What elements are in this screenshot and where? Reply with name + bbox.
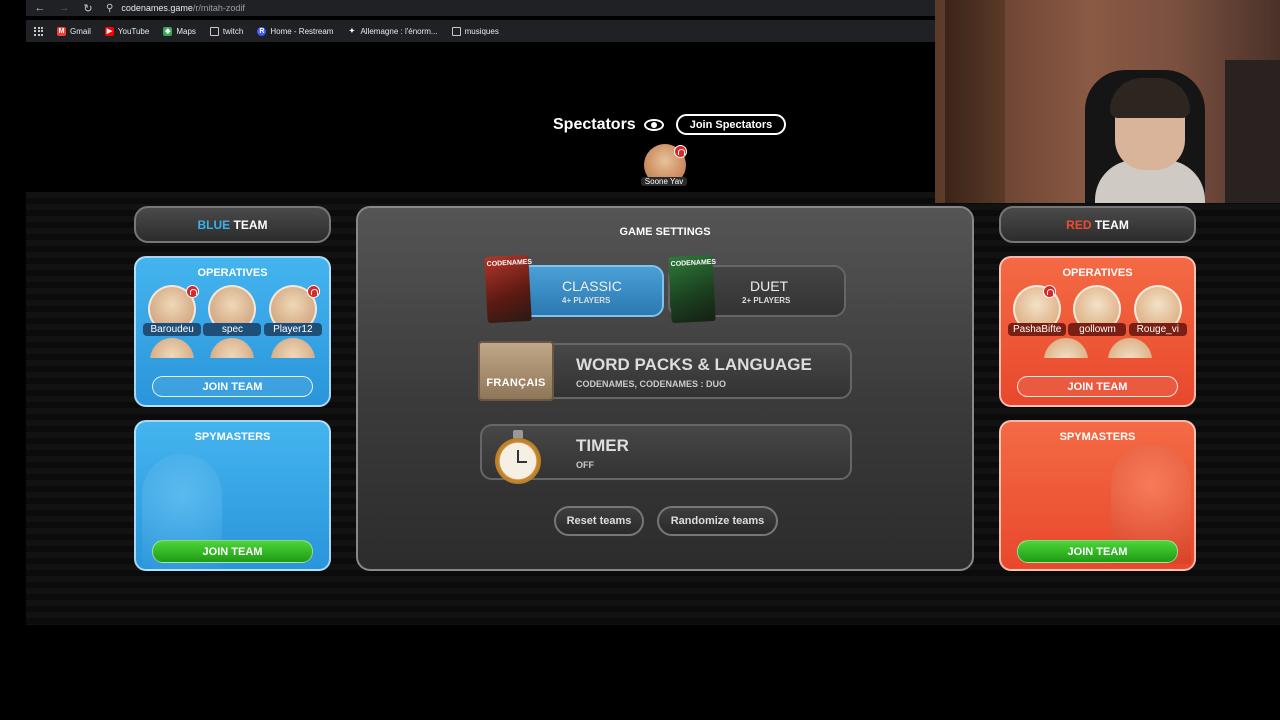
youtube-icon: ▶: [104, 26, 114, 36]
address-bar[interactable]: ← → ↻ ⚲ codenames.game/r/mitah-zodif: [26, 0, 935, 16]
red-operatives-title: OPERATIVES: [1062, 267, 1133, 279]
bookmark-folder-twitch[interactable]: twitch: [209, 26, 243, 36]
bookmark-allemagne[interactable]: ✦ Allemagne : l'énorm...: [347, 27, 438, 36]
red-spymasters-card: SPYMASTERS JOIN TEAM: [999, 420, 1196, 571]
connection-warning-icon: [306, 285, 320, 298]
bookmark-restream[interactable]: R Home - Restream: [257, 26, 333, 36]
timer-title: TIMER: [576, 436, 629, 455]
box-label: CODENAMES: [486, 258, 533, 269]
game-settings-panel: GAME SETTINGS CLASSIC 4+ PLAYERS CODENAM…: [356, 206, 974, 571]
spectator-avatar: Soone Yav: [641, 144, 687, 188]
more-players-row: [1001, 336, 1194, 358]
url-text[interactable]: codenames.game/r/mitah-zodif: [121, 3, 245, 13]
player-slot: Rouge_vi: [1128, 285, 1187, 336]
mode-classic-button[interactable]: CLASSIC 4+ PLAYERS: [508, 265, 664, 317]
site-info-icon[interactable]: ⚲: [106, 3, 113, 14]
player-name: Baroudeu: [143, 323, 202, 336]
word-packs-selection: CODENAMES, CODENAMES : DUO: [576, 379, 727, 389]
blue-join-operatives-button[interactable]: JOIN TEAM: [152, 376, 313, 397]
apps-grid-icon[interactable]: [34, 26, 43, 36]
bookmark-maps[interactable]: ◆ Maps: [163, 26, 196, 36]
player-name: spec: [203, 323, 262, 336]
avatar: [210, 338, 255, 358]
red-team-header: RED TEAM: [999, 206, 1196, 243]
red-operatives-card: OPERATIVES PashaBifte gollowm Rouge_vi J…: [999, 256, 1196, 407]
blue-operatives-title: OPERATIVES: [197, 267, 268, 279]
blue-team-label: TEAM: [233, 217, 268, 232]
mode-players: 4+ PLAYERS: [562, 295, 611, 305]
maps-icon: ◆: [163, 26, 173, 36]
avatar: [270, 338, 315, 358]
more-players-row: [136, 336, 329, 358]
language-label: FRANÇAIS: [486, 377, 546, 389]
back-icon[interactable]: ←: [34, 2, 46, 14]
spectators-title: Spectators: [553, 115, 636, 133]
red-join-spymasters-button[interactable]: JOIN TEAM: [1017, 540, 1178, 563]
player-slot: gollowm: [1068, 285, 1127, 336]
bookmark-gmail[interactable]: M Gmail: [57, 26, 91, 36]
blue-team-accent: BLUE: [197, 217, 231, 232]
compass-icon: ✦: [349, 27, 355, 35]
player-slot: spec: [203, 285, 262, 336]
mode-name: CLASSIC: [562, 277, 622, 294]
duet-box-art: CODENAMES: [668, 254, 717, 324]
player-name: gollowm: [1068, 323, 1127, 336]
forward-icon[interactable]: →: [58, 2, 70, 14]
avatar: [1107, 338, 1152, 358]
reload-icon[interactable]: ↻: [82, 2, 94, 15]
box-label: CODENAMES: [670, 258, 717, 269]
connection-warning-icon: [674, 145, 687, 158]
bookmark-folder-musiques[interactable]: musiques: [451, 26, 499, 36]
blue-operatives-card: OPERATIVES Baroudeu spec Player12 JOIN T…: [134, 256, 331, 407]
join-spectators-button[interactable]: Join Spectators: [675, 114, 787, 135]
bookmark-youtube[interactable]: ▶ YouTube: [104, 26, 149, 36]
folder-icon: [451, 26, 461, 36]
webcam-overlay: [935, 0, 1280, 203]
blue-team-header: BLUE TEAM: [134, 206, 331, 243]
classic-box-art: CODENAMES: [484, 254, 533, 324]
reset-teams-button[interactable]: Reset teams: [554, 506, 644, 536]
blue-spymasters-card: SPYMASTERS JOIN TEAM: [134, 420, 331, 571]
connection-warning-icon: [186, 285, 200, 298]
player-name: PashaBifte: [1008, 323, 1067, 336]
player-name: Rouge_vi: [1128, 323, 1187, 336]
player-slot: Player12: [263, 285, 322, 336]
avatar: [1043, 338, 1088, 358]
red-spymasters-title: SPYMASTERS: [1059, 431, 1136, 443]
game-settings-title: GAME SETTINGS: [619, 226, 711, 238]
eye-icon: [643, 118, 664, 131]
timer-value: OFF: [576, 460, 594, 470]
player-slot: PashaBifte: [1008, 285, 1067, 336]
spectators-header: Spectators Join Spectators: [553, 114, 787, 135]
player-slot: Baroudeu: [143, 285, 202, 336]
restream-icon: R: [257, 26, 267, 36]
gmail-icon: M: [57, 26, 66, 36]
blue-spymasters-title: SPYMASTERS: [194, 431, 271, 443]
stopwatch-icon: [493, 430, 543, 484]
webcam-door: [945, 0, 1005, 203]
player-name: Player12: [263, 323, 322, 336]
spectator-name: Soone Yav: [641, 177, 687, 186]
randomize-teams-button[interactable]: Randomize teams: [657, 506, 778, 536]
word-packs-title: WORD PACKS & LANGUAGE: [576, 355, 812, 374]
webcam-shelf: [1225, 60, 1280, 203]
red-team-label: TEAM: [1094, 217, 1129, 232]
bookmarks-bar: M Gmail ▶ YouTube ◆ Maps twitch R Home - Res…: [26, 20, 935, 42]
blue-join-spymasters-button[interactable]: JOIN TEAM: [152, 540, 313, 563]
folder-icon: [209, 26, 219, 36]
avatar: [150, 338, 195, 358]
red-team-accent: RED: [1066, 217, 1092, 232]
language-tag: FRANÇAIS: [478, 341, 554, 401]
red-join-operatives-button[interactable]: JOIN TEAM: [1017, 376, 1178, 397]
